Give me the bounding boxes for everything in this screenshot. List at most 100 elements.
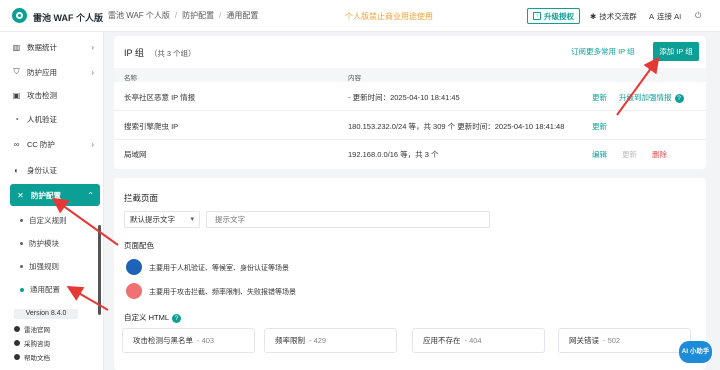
bullet-icon: [20, 242, 23, 245]
sidebar-subitem-enhanced-rules[interactable]: 加强规则: [20, 261, 59, 272]
tech-group-button[interactable]: ✱ 技术交流群: [585, 8, 642, 24]
version-label: Version 8.4.0: [14, 309, 78, 319]
caret-down-icon: ▾: [190, 216, 194, 223]
sidebar-item-attack-detection[interactable]: ▣ 攻击检测: [12, 86, 100, 104]
logout-icon[interactable]: ⏻: [695, 11, 701, 21]
sidebar-item-label: 数据统计: [27, 42, 57, 52]
template-code: - 502: [603, 336, 621, 345]
template-label: 频率限制: [275, 336, 305, 345]
sidebar-item-stats[interactable]: ▥ 数据统计 ›: [12, 38, 100, 56]
template-label: 攻击检测与黑名单: [133, 336, 193, 345]
sidebar-item-captcha[interactable]: ◔ 人机验证: [12, 110, 100, 128]
upgrade-button[interactable]: ↑ 升级授权: [527, 8, 580, 24]
update-button[interactable]: 更新: [592, 121, 607, 132]
sidebar-item-auth[interactable]: ◐ 身份认证: [12, 161, 100, 179]
user-icon: ◔: [14, 114, 19, 124]
color-swatch-blue[interactable]: [126, 259, 142, 275]
row-divider: [114, 110, 706, 111]
edit-button[interactable]: 编辑: [592, 149, 607, 160]
upgrade-intel-link[interactable]: 升级到加强情报?: [619, 92, 684, 103]
shield-icon: [14, 326, 20, 332]
breadcrumb-separator: /: [219, 11, 222, 20]
chevron-right-icon: ›: [91, 67, 94, 77]
connect-ai-label: 连接 AI: [657, 11, 682, 21]
prompt-text-input[interactable]: [206, 211, 490, 228]
template-label: 网关错误: [569, 336, 599, 345]
bullet-icon: [20, 265, 23, 268]
tools-icon: ✕: [17, 190, 24, 200]
bullet-icon: [20, 287, 24, 292]
footer-link-label: 雷池官网: [24, 327, 50, 334]
prompt-type-select[interactable]: 默认提示文字 ▾: [124, 211, 200, 228]
breadcrumb: 雷池 WAF 个人版 / 防护配置 / 通用配置: [108, 10, 258, 21]
sidebar-item-apps[interactable]: ⛉ 防护应用 ›: [12, 63, 100, 81]
breadcrumb-protection[interactable]: 防护配置: [182, 10, 214, 21]
official-site-link[interactable]: 雷池官网: [14, 324, 50, 334]
sidebar-scrollbar[interactable]: [98, 225, 101, 315]
sidebar-item-label: 人机验证: [27, 114, 57, 124]
template-card-404[interactable]: 应用不存在 - 404: [412, 328, 545, 353]
help-icon[interactable]: ?: [172, 314, 181, 323]
update-button[interactable]: 更新: [592, 92, 607, 103]
help-docs-link[interactable]: 帮助文档: [14, 352, 50, 362]
ip-group-count: （共 3 个组）: [149, 49, 196, 58]
table-row-name: 搜索引擎爬虫 IP: [124, 122, 179, 131]
color-description: 主要用于攻击拦截、频率限制、失败报错等场景: [149, 289, 296, 296]
breadcrumb-home[interactable]: 雷池 WAF 个人版: [108, 10, 170, 21]
add-ip-group-button[interactable]: 添加 IP 组: [653, 42, 699, 61]
template-label: 应用不存在: [423, 336, 461, 345]
ai-icon: A: [649, 11, 655, 21]
safeline-logo-icon: [12, 8, 27, 23]
sidebar-item-cc[interactable]: ∞ CC 防护 ›: [12, 135, 100, 153]
update-button-disabled: 更新: [622, 150, 637, 159]
sidebar-item-protection-config[interactable]: ✕ 防护配置 ⌃: [10, 184, 100, 206]
box-icon: ▣: [12, 90, 21, 100]
block-page-title: 拦截页面: [124, 193, 159, 203]
sidebar-subitem-modules[interactable]: 防护模块: [20, 238, 59, 249]
sidebar-item-label: 身份认证: [27, 165, 57, 175]
template-code: - 404: [464, 336, 482, 345]
connect-ai-button[interactable]: A 连接 AI: [644, 8, 686, 24]
subitem-label: 防护模块: [29, 239, 59, 248]
link-icon: ∞: [13, 139, 20, 149]
chevron-up-icon: ⌃: [87, 190, 94, 200]
subscribe-ip-groups-link[interactable]: 订阅更多常用 IP 组: [571, 46, 635, 57]
chevron-right-icon: ›: [91, 139, 94, 149]
sidebar-subitem-custom-rules[interactable]: 自定义规则: [20, 215, 67, 226]
table-row-name: 局域网: [124, 150, 147, 159]
template-card-403[interactable]: 攻击检测与黑名单 - 403: [122, 328, 255, 353]
sidebar-subitem-general-config[interactable]: 通用配置: [20, 284, 60, 295]
table-row-content: 180.153.232.0/24 等，共 309 个 更新时间：2025-04-…: [348, 122, 565, 131]
bullet-icon: [20, 219, 23, 222]
purchase-link[interactable]: 采购咨询: [14, 338, 50, 348]
chart-icon: ▥: [12, 42, 21, 52]
id-icon: ◐: [14, 165, 19, 175]
template-card-429[interactable]: 频率限制 - 429: [264, 328, 397, 353]
ip-group-title: IP 组 （共 3 个组）: [124, 46, 196, 59]
upgrade-label: 升级授权: [544, 11, 574, 21]
sidebar-item-label: 防护应用: [27, 67, 57, 77]
color-description: 主要用于人机验证、等候室、身份认证等场景: [149, 265, 289, 272]
table-row-content: 192.168.0.0/16 等，共 3 个: [348, 150, 439, 159]
chat-icon: ✱: [590, 11, 597, 21]
brand-name: 雷池 WAF 个人版: [33, 13, 103, 23]
delete-button[interactable]: 删除: [652, 149, 667, 160]
phone-icon: [14, 340, 20, 346]
top-header: 雷池 WAF 个人版 / 防护配置 / 通用配置 个人版禁止商业用途使用 ↑ 升…: [0, 0, 720, 32]
select-value: 默认提示文字: [130, 215, 175, 224]
footer-link-label: 采购咨询: [24, 341, 50, 348]
breadcrumb-separator: /: [174, 11, 178, 20]
footer-link-label: 帮助文档: [24, 355, 50, 362]
table-row-content: - 更新时间：2025-04-10 18:41:45: [348, 93, 460, 102]
table-header: [114, 68, 706, 82]
custom-html-label: 自定义 HTML: [124, 313, 169, 322]
breadcrumb-general: 通用配置: [226, 11, 259, 20]
template-card-502[interactable]: 网关错误 - 502: [558, 328, 691, 353]
color-swatch-red[interactable]: [126, 283, 142, 299]
help-icon: ?: [674, 94, 684, 103]
sidebar-item-label: CC 防护: [27, 139, 55, 149]
chevron-right-icon: ›: [91, 42, 94, 52]
ai-assistant-button[interactable]: AI 小助手: [679, 341, 712, 363]
block-page-panel: 拦截页面 默认提示文字 ▾ 页面配色 主要用于人机验证、等候室、身份认证等场景 …: [114, 178, 706, 370]
column-header-content: 内容: [348, 75, 361, 82]
